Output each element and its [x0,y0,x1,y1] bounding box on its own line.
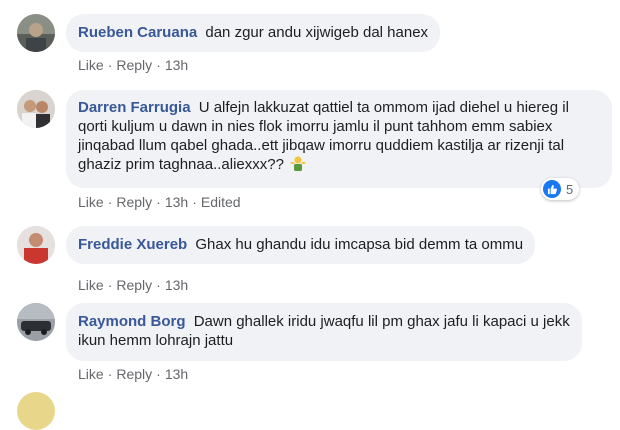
comment-text: Ghax hu ghandu idu imcapsa bid demm ta o… [195,236,524,253]
timestamp[interactable]: 13h [165,277,188,293]
timestamp[interactable]: 13h [165,194,188,210]
avatar[interactable] [17,303,55,341]
reply-button[interactable]: Reply [116,194,152,210]
like-icon [543,180,561,198]
like-button[interactable]: Like [78,57,104,73]
timestamp[interactable]: 13h [165,57,188,73]
comment-author[interactable]: Raymond Borg [78,313,186,330]
edited-label[interactable]: Edited [201,194,241,210]
reply-button[interactable]: Reply [116,57,152,73]
comment-author[interactable]: Rueben Caruana [78,24,197,41]
reply-button[interactable]: Reply [116,277,152,293]
comment-bubble: Darren Farrugia U alfejn lakkuzat qattie… [66,90,612,188]
like-button[interactable]: Like [78,277,104,293]
comment-actions: Like · Reply · 13h [78,277,189,293]
comment-bubble: Rueben Caruana dan zgur andu xijwigeb da… [66,14,441,52]
avatar[interactable] [17,392,55,430]
comment-author[interactable]: Darren Farrugia [78,99,191,116]
comment-actions: Like · Reply · 13h [78,57,189,73]
avatar[interactable] [17,226,55,264]
reaction-count: 5 [566,181,574,197]
comment-bubble: Freddie Xuereb Ghax hu ghandu idu imcaps… [66,226,536,264]
avatar[interactable] [17,14,55,52]
avatar[interactable] [17,90,55,128]
comment-actions: Like · Reply · 13h [78,366,189,382]
reaction-summary[interactable]: 5 [541,178,580,200]
reply-button[interactable]: Reply [116,366,152,382]
comment-text: dan zgur andu xijwigeb dal hanex [205,24,429,41]
timestamp[interactable]: 13h [165,366,188,382]
comment-bubble: Raymond Borg Dawn ghallek iridu jwaqfu l… [66,303,582,361]
comment-actions: Like · Reply · 13h · Edited [78,194,241,210]
like-button[interactable]: Like [78,366,104,382]
man-shrugging-icon [290,155,306,171]
comment-author[interactable]: Freddie Xuereb [78,236,187,253]
like-button[interactable]: Like [78,194,104,210]
